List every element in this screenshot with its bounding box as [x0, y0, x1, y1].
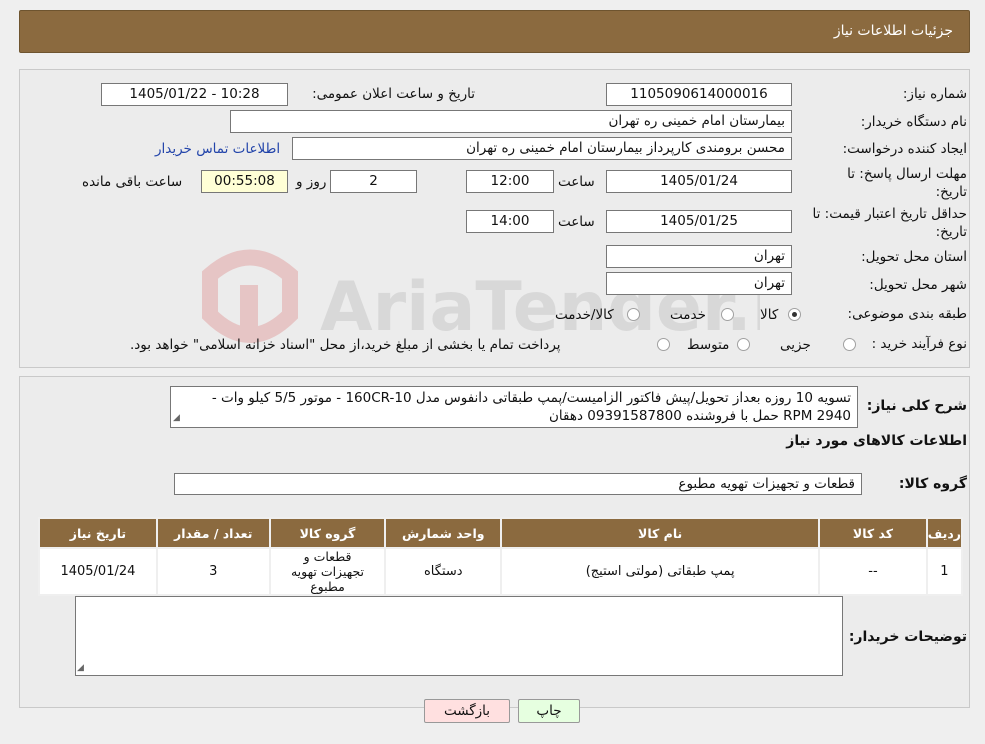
col-unit: واحد شمارش — [384, 517, 503, 549]
page-header: جزئیات اطلاعات نیاز — [19, 10, 970, 53]
category-radio-service[interactable] — [721, 308, 734, 321]
buyer-field: بیمارستان امام خمینی ره تهران — [230, 110, 792, 133]
process-option-minor: جزیی — [780, 337, 811, 353]
goods-table-wrap: ردیف کد کالا نام کالا واحد شمارش گروه کا… — [38, 517, 964, 596]
cell-code: -- — [818, 547, 928, 596]
cell-row: 1 — [925, 547, 964, 596]
creator-label: ایجاد کننده درخواست: — [842, 141, 967, 157]
col-date: تاریخ نیاز — [38, 517, 158, 549]
province-field: تهران — [606, 245, 792, 268]
deadline-time-label: ساعت — [558, 174, 595, 190]
col-group: گروه کالا — [268, 517, 387, 549]
goods-group-label: گروه کالا: — [898, 476, 967, 492]
goods-group-field: قطعات و تجهیزات تهویه مطبوع — [174, 473, 862, 495]
process-radio-minor[interactable] — [843, 338, 856, 351]
deadline-label-date: تاریخ: — [935, 184, 967, 200]
category-option-both: کالا/خدمت — [555, 307, 614, 323]
process-radio-treasury[interactable] — [657, 338, 670, 351]
page-title: جزئیات اطلاعات نیاز — [833, 23, 953, 39]
process-radio-medium[interactable] — [737, 338, 750, 351]
category-option-service: خدمت — [670, 307, 706, 323]
city-field: تهران — [606, 272, 792, 295]
description-label: شرح کلی نیاز: — [866, 398, 967, 414]
validity-time-field: 14:00 — [466, 210, 554, 233]
category-radio-both[interactable] — [627, 308, 640, 321]
validity-time-label: ساعت — [558, 214, 595, 230]
days-label: روز و — [296, 174, 327, 190]
notes-resize-handle-icon[interactable]: ◢ — [77, 663, 84, 673]
cell-date: 1405/01/24 — [38, 547, 158, 596]
buyer-notes-label: توضیحات خریدار: — [848, 629, 967, 645]
back-button[interactable]: بازگشت — [424, 699, 510, 723]
col-row: ردیف — [925, 517, 964, 549]
validity-date-field: 1405/01/25 — [606, 210, 792, 233]
description-line-1: تسویه 10 روزه بعداز تحویل/پیش فاکتور الز… — [211, 390, 851, 406]
category-radio-goods[interactable] — [788, 308, 801, 321]
goods-table: ردیف کد کالا نام کالا واحد شمارش گروه کا… — [38, 517, 964, 596]
process-option-medium: متوسط — [687, 337, 730, 353]
validity-label-date: تاریخ: — [935, 224, 967, 240]
remaining-label: ساعت باقی مانده — [82, 174, 183, 190]
buyer-label: نام دستگاه خریدار: — [860, 114, 967, 130]
print-button[interactable]: چاپ — [518, 699, 580, 723]
deadline-label: مهلت ارسال پاسخ: تا — [847, 166, 967, 182]
cell-quantity: 3 — [155, 547, 271, 596]
validity-label: حداقل تاریخ اعتبار قیمت: تا — [812, 206, 967, 222]
need-number-label: شماره نیاز: — [902, 86, 967, 102]
table-row: 1 -- پمپ طبقاتی (مولتی استیج) دستگاه قطع… — [38, 547, 964, 596]
cell-unit: دستگاه — [384, 547, 503, 596]
province-label: استان محل تحویل: — [861, 249, 967, 265]
goods-section-title: اطلاعات کالاهای مورد نیاز — [786, 433, 967, 449]
deadline-time-field: 12:00 — [466, 170, 554, 193]
contact-info-link[interactable]: اطلاعات تماس خریدار — [155, 141, 280, 157]
buyer-notes-textarea[interactable] — [75, 596, 843, 676]
category-option-goods: کالا — [760, 307, 779, 323]
description-line-2: 2940 RPM حمل با فروشنده 09391587800 دهقا… — [549, 408, 851, 424]
process-label: نوع فرآیند خرید : — [871, 336, 967, 352]
goods-table-header: ردیف کد کالا نام کالا واحد شمارش گروه کا… — [38, 517, 964, 549]
cell-name: پمپ طبقاتی (مولتی استیج) — [500, 547, 821, 596]
announce-label: تاریخ و ساعت اعلان عمومی: — [312, 86, 475, 102]
announce-field: 1405/01/22 - 10:28 — [101, 83, 288, 106]
cell-group: قطعات و تجهیزات تهویه مطبوع — [268, 547, 387, 596]
process-note: پرداخت تمام یا بخشی از مبلغ خرید،از محل … — [130, 337, 561, 353]
deadline-date-field: 1405/01/24 — [606, 170, 792, 193]
col-quantity: تعداد / مقدار — [155, 517, 271, 549]
resize-handle-icon[interactable]: ◢ — [173, 409, 180, 427]
col-name: نام کالا — [500, 517, 821, 549]
remaining-time-field: 00:55:08 — [201, 170, 288, 193]
need-number-field: 1105090614000016 — [606, 83, 792, 106]
category-label: طبقه بندی موضوعی: — [847, 306, 967, 322]
creator-field: محسن برومندی کارپرداز بیمارستان امام خمی… — [292, 137, 792, 160]
col-code: کد کالا — [818, 517, 928, 549]
description-textarea[interactable]: تسویه 10 روزه بعداز تحویل/پیش فاکتور الز… — [170, 386, 858, 428]
days-field: 2 — [330, 170, 417, 193]
city-label: شهر محل تحویل: — [869, 277, 967, 293]
